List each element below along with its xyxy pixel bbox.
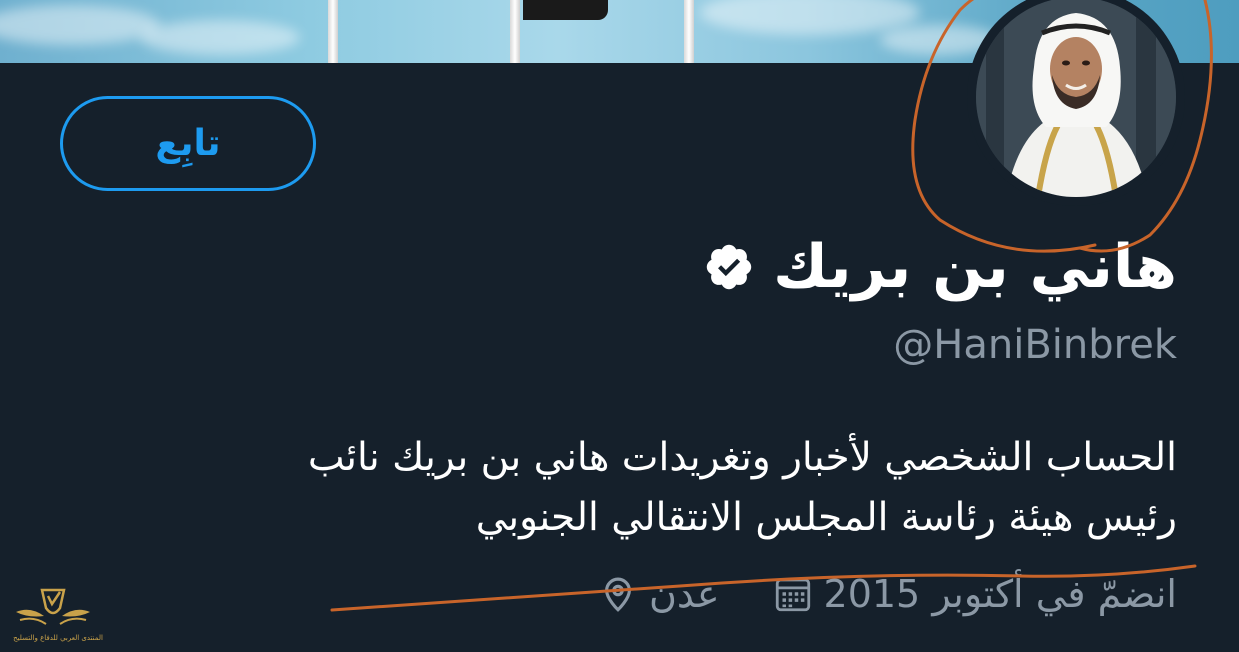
- watermark-text: المنتدى العربي للدفاع والتسليح: [13, 634, 103, 642]
- flag: [523, 0, 608, 20]
- calendar-icon: [772, 573, 814, 615]
- flag-pole: [510, 0, 520, 63]
- location-item: عدن: [597, 572, 720, 616]
- profile-meta: عدن انضمّ في أكتوبر 2015: [597, 572, 1177, 616]
- flag-pole: [328, 0, 338, 63]
- verified-badge-icon[interactable]: [703, 241, 755, 293]
- name-row: هاني بن بريك: [703, 232, 1177, 302]
- location-text: عدن: [649, 572, 720, 616]
- follow-button[interactable]: تابِع: [60, 96, 316, 191]
- profile-screen: تابِع هاني بن بريك @HaniBinbrek الحساب ا…: [0, 0, 1239, 652]
- avatar-photo: [976, 0, 1176, 197]
- flag-pole: [684, 0, 694, 63]
- joined-date-text: انضمّ في أكتوبر 2015: [823, 572, 1177, 616]
- username-handle: @HaniBinbrek: [893, 322, 1177, 368]
- bio-line: الحساب الشخصي لأخبار وتغريدات هاني بن بر…: [307, 435, 1177, 480]
- display-name: هاني بن بريك: [773, 232, 1177, 302]
- profile-bio: الحساب الشخصي لأخبار وتغريدات هاني بن بر…: [137, 428, 1177, 548]
- bio-line: رئيس هيئة رئاسة المجلس الانتقالي الجنوبي: [475, 495, 1177, 540]
- location-pin-icon: [597, 573, 639, 615]
- profile-avatar[interactable]: [967, 0, 1185, 206]
- joined-item: انضمّ في أكتوبر 2015: [772, 572, 1177, 616]
- watermark-logo: المنتدى العربي للدفاع والتسليح: [8, 582, 103, 648]
